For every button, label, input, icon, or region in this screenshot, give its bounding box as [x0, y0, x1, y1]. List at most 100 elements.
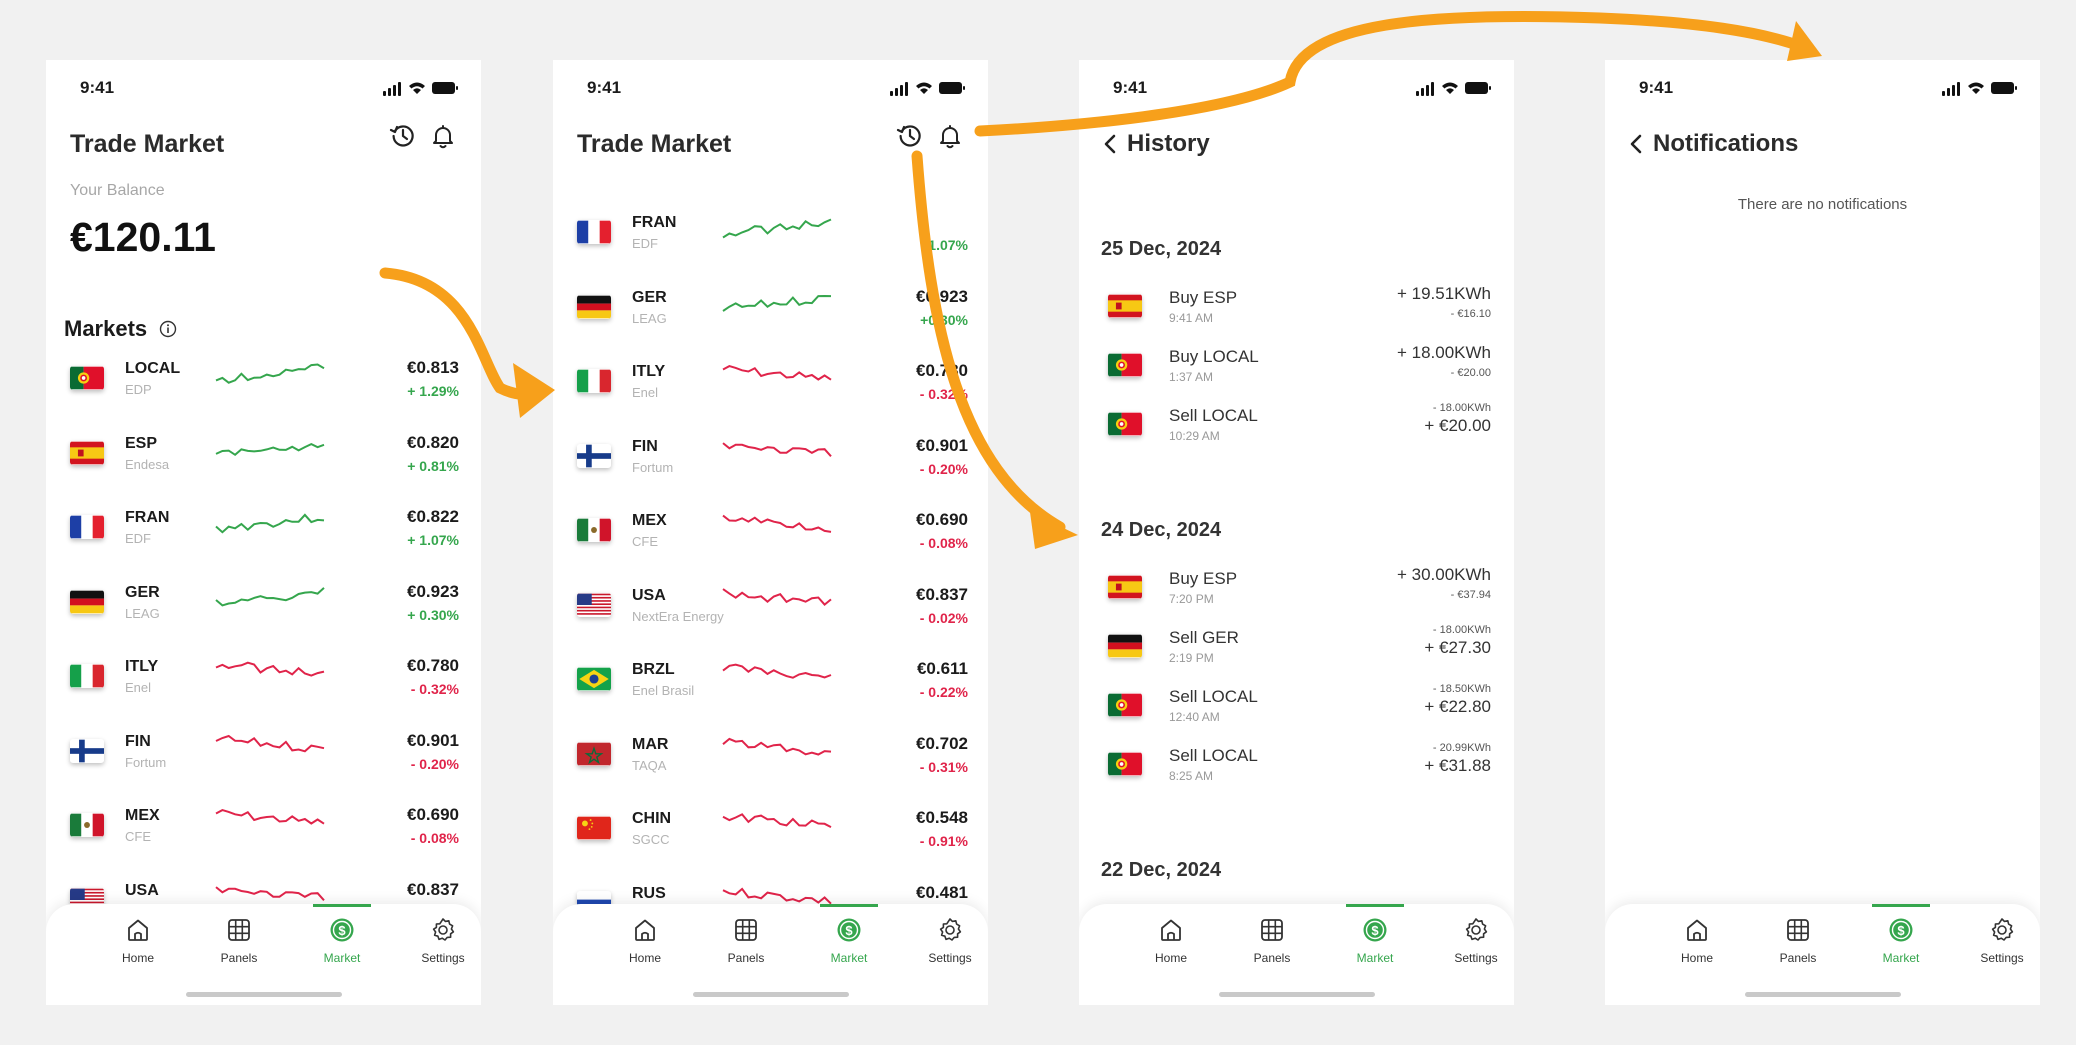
- market-row-brzl[interactable]: BRZL Enel Brasil €0.611 - 0.22%: [553, 657, 988, 731]
- history-row[interactable]: Sell LOCAL 10:29 AM + €20.00 - 18.00KWh: [1079, 402, 1514, 458]
- home-indicator: [1218, 992, 1375, 997]
- tab-panels[interactable]: Panels: [194, 916, 284, 965]
- flag-icon-fran: [577, 220, 611, 244]
- market-row-fin[interactable]: FIN Fortum €0.901 - 0.20%: [553, 434, 988, 508]
- market-row-mar[interactable]: MAR TAQA €0.702 - 0.31%: [553, 732, 988, 806]
- history-time: 12:40 AM: [1169, 710, 1220, 724]
- market-company: LEAG: [632, 310, 667, 326]
- market-row-local[interactable]: LOCAL EDP €0.813 + 1.29%: [46, 356, 481, 430]
- market-price: €0.690: [407, 805, 459, 824]
- market-row-mex[interactable]: MEX CFE €0.690 - 0.08%: [46, 803, 481, 877]
- tab-settings[interactable]: Settings: [1431, 916, 1514, 965]
- market-row-fran[interactable]: FRAN EDF €0.822 + 1.07%: [46, 505, 481, 579]
- notifications-header[interactable]: Notifications: [1629, 130, 1798, 158]
- history-date-heading: 25 Dec, 2024: [1101, 238, 1222, 260]
- market-company: EDP: [125, 382, 152, 397]
- market-price: €0.822: [407, 507, 459, 526]
- market-row-fin[interactable]: FIN Fortum €0.901 - 0.20%: [46, 729, 481, 803]
- market-change: - 0.02%: [919, 609, 968, 626]
- market-row-itly[interactable]: ITLY Enel €0.780 - 0.32%: [553, 359, 988, 433]
- bell-icon[interactable]: [429, 122, 457, 150]
- history-time: 2:19 PM: [1169, 651, 1214, 665]
- history-title: Sell GER: [1169, 628, 1239, 647]
- home-icon: [631, 916, 659, 944]
- history-primary-amount: + €31.88: [1424, 756, 1491, 775]
- flag-icon-local: [1108, 752, 1142, 776]
- page-title: Notifications: [1653, 130, 1799, 157]
- flag-icon-local: [1108, 353, 1142, 377]
- market-company: Enel: [632, 385, 659, 400]
- market-company: NextEra Energy: [632, 608, 724, 624]
- info-icon[interactable]: [159, 320, 177, 338]
- flag-icon-chin: [577, 816, 611, 840]
- market-change: + 1.07%: [407, 532, 459, 548]
- grid-icon: [225, 916, 253, 944]
- svg-text:$: $: [1897, 923, 1905, 938]
- tab-panels[interactable]: Panels: [1227, 916, 1317, 965]
- tab-market[interactable]: $ Market: [1856, 916, 1946, 965]
- tab-home[interactable]: Home: [93, 916, 183, 965]
- tab-settings[interactable]: Settings: [905, 916, 988, 965]
- history-row[interactable]: Sell LOCAL 8:25 AM + €31.88 - 20.99KWh: [1079, 742, 1514, 798]
- history-primary-amount: + €22.80: [1424, 697, 1491, 716]
- history-row[interactable]: Sell GER 2:19 PM + €27.30 - 18.00KWh: [1079, 624, 1514, 680]
- sparkline-chart: [215, 586, 325, 607]
- page-title: Trade Market: [70, 130, 225, 158]
- history-title: Buy ESP: [1169, 288, 1238, 307]
- market-price: €0.820: [407, 432, 459, 452]
- tab-market[interactable]: $ Market: [297, 916, 387, 965]
- tab-panels[interactable]: Panels: [701, 916, 791, 965]
- history-header[interactable]: History: [1103, 130, 1210, 158]
- sparkline-chart: [215, 513, 325, 534]
- tab-label: Panels: [220, 951, 258, 965]
- dollar-icon: $: [1887, 916, 1915, 944]
- back-chevron-icon[interactable]: [1629, 133, 1643, 155]
- tab-market[interactable]: $ Market: [804, 916, 894, 965]
- history-secondary-amount: - 18.00KWh: [1432, 402, 1491, 414]
- market-change: + 0.30%: [407, 606, 459, 623]
- tab-label: Market: [1882, 951, 1920, 965]
- history-row[interactable]: Buy LOCAL 1:37 AM + 18.00KWh - €20.00: [1079, 343, 1514, 399]
- tab-settings[interactable]: Settings: [398, 916, 481, 965]
- screen-trade-market-scrolled: FRAN EDF 1.07% GER LEAG €0.923 +0.30% ITLY Enel €…: [553, 60, 988, 1005]
- history-icon[interactable]: [389, 122, 417, 150]
- gear-icon: [1462, 916, 1490, 944]
- status-time: 9:41: [587, 78, 622, 97]
- tab-home[interactable]: Home: [600, 916, 690, 965]
- back-chevron-icon[interactable]: [1103, 133, 1117, 155]
- market-code: CHIN: [632, 810, 672, 827]
- dollar-icon: $: [835, 916, 863, 944]
- history-secondary-amount: - €16.10: [1450, 308, 1491, 320]
- bell-icon[interactable]: [936, 122, 964, 150]
- market-row-usa[interactable]: USA NextEra Energy €0.837 - 0.02%: [553, 583, 988, 657]
- market-row-ger[interactable]: GER LEAG €0.923 +0.30%: [553, 285, 988, 359]
- market-row-mex[interactable]: MEX CFE €0.690 - 0.08%: [553, 508, 988, 582]
- history-row[interactable]: Buy ESP 7:20 PM + 30.00KWh - €37.94: [1079, 565, 1514, 621]
- tab-settings[interactable]: Settings: [1957, 916, 2040, 965]
- history-primary-amount: + 30.00KWh: [1396, 565, 1491, 584]
- tab-home[interactable]: Home: [1126, 916, 1216, 965]
- tab-home[interactable]: Home: [1652, 916, 1742, 965]
- flag-icon-itly: [577, 369, 611, 393]
- history-secondary-amount: - 18.00KWh: [1432, 624, 1491, 636]
- market-row-ger[interactable]: GER LEAG €0.923 + 0.30%: [46, 580, 481, 654]
- market-price: €0.901: [916, 435, 968, 455]
- markets-title: Markets: [64, 316, 148, 341]
- history-row[interactable]: Buy ESP 9:41 AM + 19.51KWh - €16.10: [1079, 284, 1514, 340]
- history-row[interactable]: Sell LOCAL 12:40 AM + €22.80 - 18.50KWh: [1079, 683, 1514, 739]
- tab-panels[interactable]: Panels: [1753, 916, 1843, 965]
- sparkline-chart: [722, 737, 832, 756]
- market-row-fran[interactable]: FRAN EDF 1.07%: [553, 210, 988, 284]
- sparkline-chart: [722, 514, 832, 533]
- market-row-itly[interactable]: ITLY Enel €0.780 - 0.32%: [46, 654, 481, 728]
- history-title: Buy LOCAL: [1169, 347, 1259, 366]
- active-tab-indicator: [1872, 904, 1930, 907]
- tab-market[interactable]: $ Market: [1330, 916, 1420, 965]
- history-icon[interactable]: [896, 122, 924, 150]
- market-change: +0.30%: [920, 311, 968, 328]
- balance-value: €120.11: [70, 214, 216, 260]
- tab-label: Home: [1680, 951, 1713, 965]
- market-row-chin[interactable]: CHIN SGCC €0.548 - 0.91%: [553, 806, 988, 880]
- market-row-esp[interactable]: ESP Endesa €0.820 + 0.81%: [46, 431, 481, 505]
- market-price: €0.702: [916, 733, 968, 753]
